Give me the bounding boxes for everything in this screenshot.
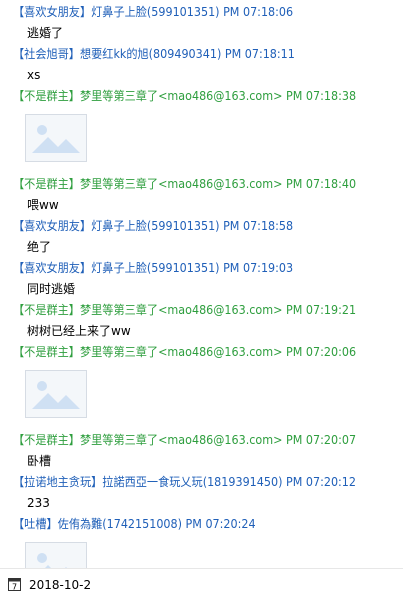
message-entry: 【不是群主】梦里等第三章了<mao486@163.com> PM 07:20:0… <box>0 430 403 472</box>
message-text: xs <box>27 68 41 82</box>
message-text: 233 <box>27 496 50 510</box>
message-entry: 【喜欢女朋友】灯鼻子上脸(599101351) PM 07:18:06 逃婚了 <box>0 2 403 44</box>
chat-log-list: 【喜欢女朋友】灯鼻子上脸(599101351) PM 07:18:06 逃婚了 … <box>0 2 403 568</box>
message-text: 树树已经上来了ww <box>27 324 131 338</box>
message-entry: 【喜欢女朋友】灯鼻子上脸(599101351) PM 07:19:03 同时逃婚 <box>0 258 403 300</box>
message-header: 【不是群主】梦里等第三章了<mao486@163.com> PM 07:19:2… <box>0 300 403 320</box>
message-header: 【吐槽】佐侑為難(1742151008) PM 07:20:24 <box>0 514 403 534</box>
message-header: 【拉诺地主贪玩】拉諾西亞一食玩乂玩(1819391450) PM 07:20:1… <box>0 472 403 492</box>
message-entry: 【社会旭哥】想要红kk的旭(809490341) PM 07:18:11 xs <box>0 44 403 86</box>
message-image[interactable] <box>0 106 403 174</box>
message-header-text: 【不是群主】梦里等第三章了<mao486@163.com> PM 07:19:2… <box>13 303 357 317</box>
image-placeholder-icon[interactable] <box>25 542 87 568</box>
message-entry: 【不是群主】梦里等第三章了<mao486@163.com> PM 07:18:3… <box>0 86 403 174</box>
message-header-text: 【喜欢女朋友】灯鼻子上脸(599101351) PM 07:18:58 <box>13 219 294 233</box>
message-entry: 【吐槽】佐侑為難(1742151008) PM 07:20:24 <box>0 514 403 568</box>
message-header-text: 【不是群主】梦里等第三章了<mao486@163.com> PM 07:18:3… <box>13 89 357 103</box>
message-entry: 【拉诺地主贪玩】拉諾西亞一食玩乂玩(1819391450) PM 07:20:1… <box>0 472 403 514</box>
message-header-text: 【拉诺地主贪玩】拉諾西亞一食玩乂玩(1819391450) PM 07:20:1… <box>13 475 357 489</box>
message-text: 卧槽 <box>27 454 52 468</box>
chat-log-viewport[interactable]: 【喜欢女朋友】灯鼻子上脸(599101351) PM 07:18:06 逃婚了 … <box>0 0 403 568</box>
message-header: 【不是群主】梦里等第三章了<mao486@163.com> PM 07:20:0… <box>0 342 403 362</box>
message-header: 【喜欢女朋友】灯鼻子上脸(599101351) PM 07:18:06 <box>0 2 403 22</box>
date-status-bar: 7 2018-10-2 <box>0 568 403 601</box>
message-entry: 【喜欢女朋友】灯鼻子上脸(599101351) PM 07:18:58 绝了 <box>0 216 403 258</box>
message-header: 【喜欢女朋友】灯鼻子上脸(599101351) PM 07:18:58 <box>0 216 403 236</box>
message-header: 【不是群主】梦里等第三章了<mao486@163.com> PM 07:18:4… <box>0 174 403 194</box>
message-header-text: 【社会旭哥】想要红kk的旭(809490341) PM 07:18:11 <box>13 47 295 61</box>
message-entry: 【不是群主】梦里等第三章了<mao486@163.com> PM 07:20:0… <box>0 342 403 430</box>
message-header-text: 【吐槽】佐侑為難(1742151008) PM 07:20:24 <box>13 517 256 531</box>
calendar-day: 7 <box>12 583 17 592</box>
current-date: 2018-10-2 <box>29 578 92 592</box>
message-text: 绝了 <box>27 240 52 254</box>
message-image[interactable] <box>0 362 403 430</box>
message-text: 同时逃婚 <box>27 282 76 296</box>
message-image[interactable] <box>0 534 403 568</box>
message-entry: 【不是群主】梦里等第三章了<mao486@163.com> PM 07:18:4… <box>0 174 403 216</box>
message-header: 【不是群主】梦里等第三章了<mao486@163.com> PM 07:18:3… <box>0 86 403 106</box>
message-text: 逃婚了 <box>27 26 64 40</box>
message-text: 喂ww <box>27 198 59 212</box>
message-header: 【不是群主】梦里等第三章了<mao486@163.com> PM 07:20:0… <box>0 430 403 450</box>
message-header-text: 【喜欢女朋友】灯鼻子上脸(599101351) PM 07:19:03 <box>13 261 294 275</box>
image-placeholder-icon[interactable] <box>25 370 87 418</box>
message-header-text: 【不是群主】梦里等第三章了<mao486@163.com> PM 07:20:0… <box>13 345 357 359</box>
message-header-text: 【不是群主】梦里等第三章了<mao486@163.com> PM 07:20:0… <box>13 433 357 447</box>
message-header-text: 【不是群主】梦里等第三章了<mao486@163.com> PM 07:18:4… <box>13 177 357 191</box>
calendar-icon[interactable]: 7 <box>8 578 21 591</box>
message-header: 【喜欢女朋友】灯鼻子上脸(599101351) PM 07:19:03 <box>0 258 403 278</box>
image-placeholder-icon[interactable] <box>25 114 87 162</box>
message-header-text: 【喜欢女朋友】灯鼻子上脸(599101351) PM 07:18:06 <box>13 5 294 19</box>
message-header: 【社会旭哥】想要红kk的旭(809490341) PM 07:18:11 <box>0 44 403 64</box>
message-entry: 【不是群主】梦里等第三章了<mao486@163.com> PM 07:19:2… <box>0 300 403 342</box>
